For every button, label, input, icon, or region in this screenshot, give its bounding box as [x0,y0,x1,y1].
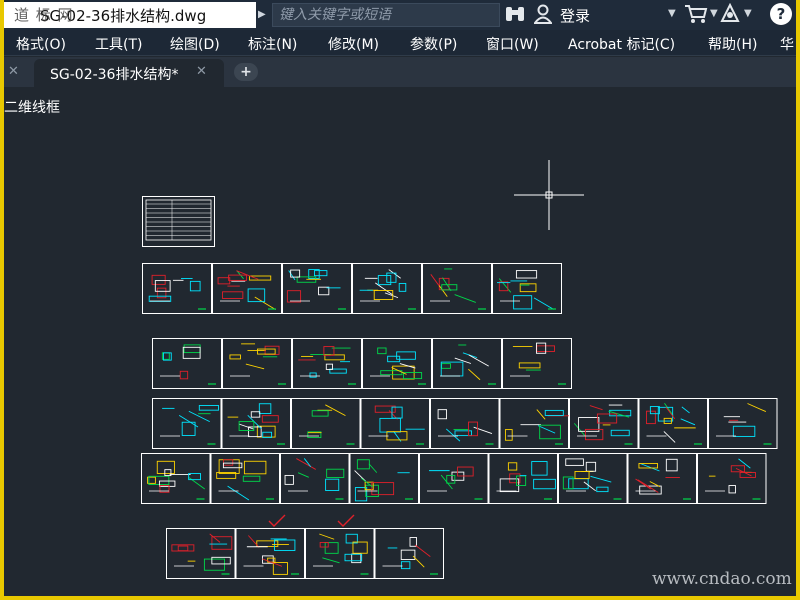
cart-dropdown-icon[interactable]: ▼ [710,8,718,19]
help-icon[interactable]: ? [770,3,792,25]
file-tab-bar: ✕ SG-02-36排水结构* ✕ + [4,57,796,87]
login-dropdown-icon[interactable]: ▼ [668,8,676,19]
title-bar: SG-02-36排水结构.dwg 道 标 网 ▶ 登录 ▼ [4,0,796,30]
drawing-sheet[interactable] [430,398,500,449]
drawing-sheet[interactable] [638,398,708,449]
drawing-sheet[interactable] [305,528,375,579]
drawing-sheet[interactable] [360,398,430,449]
drawing-sheet[interactable] [282,263,352,314]
menu-draw[interactable]: 绘图(D) [170,34,220,54]
drawing-sheet[interactable] [152,338,222,389]
drawing-sheet[interactable] [291,398,361,449]
login-link[interactable]: 登录 [560,5,590,26]
user-icon[interactable] [533,4,553,24]
drawing-sheet[interactable] [422,263,492,314]
drawing-sheet[interactable] [222,338,292,389]
previous-tab-close-icon[interactable]: ✕ [8,64,19,79]
menu-bar: 格式(O) 工具(T) 绘图(D) 标注(N) 修改(M) 参数(P) 窗口(W… [4,30,796,56]
tab-active-file[interactable]: SG-02-36排水结构* ✕ [34,59,224,87]
exchange-dropdown-icon[interactable]: ▼ [744,8,752,19]
drawing-sheet[interactable] [558,453,628,504]
drawing-sheet[interactable] [362,338,432,389]
drawing-sheet[interactable] [708,398,778,449]
drawing-sheet[interactable] [492,263,562,314]
drawing-sheet[interactable] [280,453,350,504]
drawing-sheet[interactable] [432,338,502,389]
drawing-sheet[interactable] [142,196,215,247]
drawing-sheet[interactable] [349,453,419,504]
binoculars-icon[interactable] [504,5,526,27]
drawing-sheet[interactable] [352,263,422,314]
drawing-sheet[interactable] [569,398,639,449]
drawing-sheet[interactable] [166,528,236,579]
menu-tools[interactable]: 工具(T) [95,34,142,54]
drawing-sheet[interactable] [292,338,362,389]
cart-icon[interactable] [684,4,708,24]
checkmark-icon [337,514,355,527]
watermark-top: 道 标 网 [14,6,74,24]
drawing-sheet[interactable] [374,528,444,579]
drawing-sheet[interactable] [210,453,280,504]
drawing-sheet[interactable] [221,398,291,449]
drawing-sheet[interactable] [142,263,212,314]
drawing-sheet[interactable] [212,263,282,314]
watermark-bottom: www.cndao.com [652,569,792,589]
model-space-drawings [141,196,778,579]
autocad-window: SG-02-36排水结构.dwg 道 标 网 ▶ 登录 ▼ [4,0,796,596]
drawing-sheet[interactable] [141,453,211,504]
menu-help[interactable]: 帮助(H) [708,34,757,54]
tab-close-icon[interactable]: ✕ [196,64,207,79]
crosshair-cursor [514,160,584,230]
menu-acrobat-markup[interactable]: Acrobat 标记(C) [568,34,675,54]
menu-format[interactable]: 格式(O) [16,34,66,54]
drawing-sheet[interactable] [419,453,489,504]
expand-arrow-icon[interactable]: ▶ [258,4,270,26]
menu-dimension[interactable]: 标注(N) [248,34,297,54]
checkmark-icon [268,514,286,527]
drawing-sheet[interactable] [499,398,569,449]
drawing-sheet[interactable] [627,453,697,504]
tab-label: SG-02-36排水结构* [50,67,179,83]
drawing-sheet[interactable] [235,528,305,579]
menu-parameter[interactable]: 参数(P) [410,34,457,54]
search-input[interactable] [272,3,500,27]
drawing-sheet[interactable] [488,453,558,504]
drawing-sheet[interactable] [697,453,767,504]
menu-overflow[interactable]: 华 [780,34,794,54]
menu-modify[interactable]: 修改(M) [328,34,379,54]
drawing-sheet[interactable] [502,338,572,389]
exchange-icon[interactable] [720,2,740,25]
drawing-sheet[interactable] [152,398,222,449]
drawing-viewport[interactable]: 二维线框 www.cndao.com [4,87,796,596]
menu-window[interactable]: 窗口(W) [486,34,539,54]
new-tab-button[interactable]: + [234,63,258,81]
